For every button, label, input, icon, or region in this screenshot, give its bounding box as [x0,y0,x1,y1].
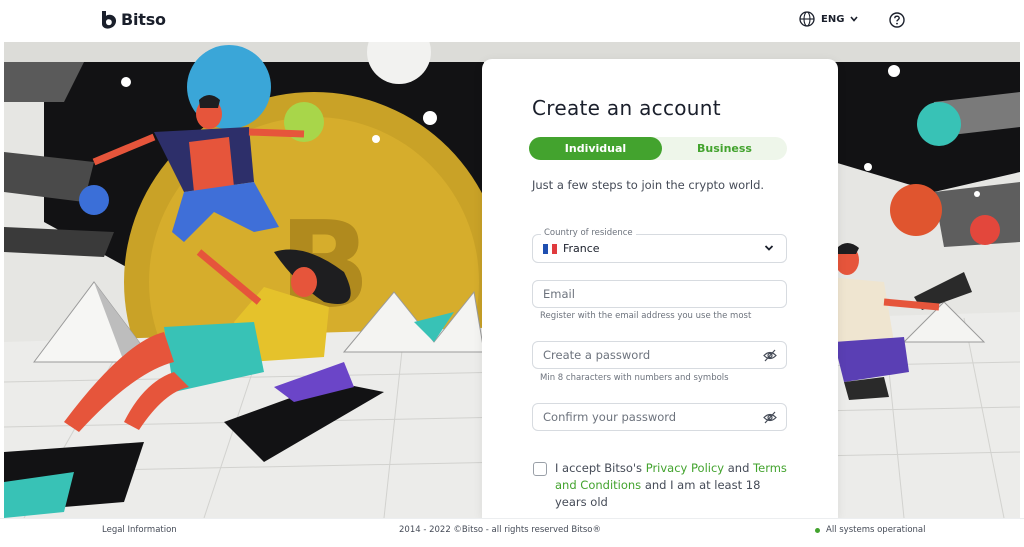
bitso-logo-icon [102,10,117,29]
confirm-password-field[interactable] [533,404,786,430]
country-value: France [543,242,600,255]
system-status: All systems operational [815,525,925,535]
password-field-wrapper [532,341,787,369]
top-bar: Bitso ENG [0,0,1024,42]
country-name: France [563,242,600,255]
country-select[interactable]: Country of residence France [532,228,787,263]
footer: Legal Information 2014 - 2022 ©Bitso - a… [0,518,1024,542]
country-label: Country of residence [541,228,636,238]
signup-subtitle: Just a few steps to join the crypto worl… [532,178,765,192]
bitso-logo[interactable]: Bitso [101,10,166,29]
legal-information-link[interactable]: Legal Information [102,525,177,535]
france-flag-icon [543,243,558,254]
status-dot-icon [815,527,820,533]
terms-middle: and [724,461,754,475]
privacy-policy-link[interactable]: Privacy Policy [646,461,724,475]
globe-icon [799,11,815,27]
page-title: Create an account [532,96,721,120]
password-hint: Min 8 characters with numbers and symbol… [540,373,729,383]
tab-individual[interactable]: Individual [529,137,662,160]
email-field-wrapper [532,280,787,308]
terms-prefix: I accept Bitso's [555,461,646,475]
eye-off-icon[interactable] [763,349,777,362]
eye-off-icon[interactable] [763,411,777,424]
copyright-text: 2014 - 2022 ©Bitso - all rights reserved… [399,525,601,535]
email-field[interactable] [533,281,786,307]
help-icon[interactable] [889,12,905,28]
confirm-password-field-wrapper [532,403,787,431]
signup-card: Create an account Individual Business Ju… [482,59,838,518]
terms-checkbox[interactable] [533,462,547,476]
language-selector[interactable]: ENG [799,11,859,27]
email-hint: Register with the email address you use … [540,311,752,321]
language-code: ENG [821,13,845,25]
chevron-down-icon [850,16,859,22]
status-text: All systems operational [826,525,926,535]
brand-name: Bitso [121,10,166,29]
chevron-down-icon [764,245,774,251]
password-field[interactable] [533,342,786,368]
tab-business[interactable]: Business [662,137,787,160]
account-type-toggle: Individual Business [529,137,787,160]
terms-text: I accept Bitso's Privacy Policy and Term… [555,460,795,511]
